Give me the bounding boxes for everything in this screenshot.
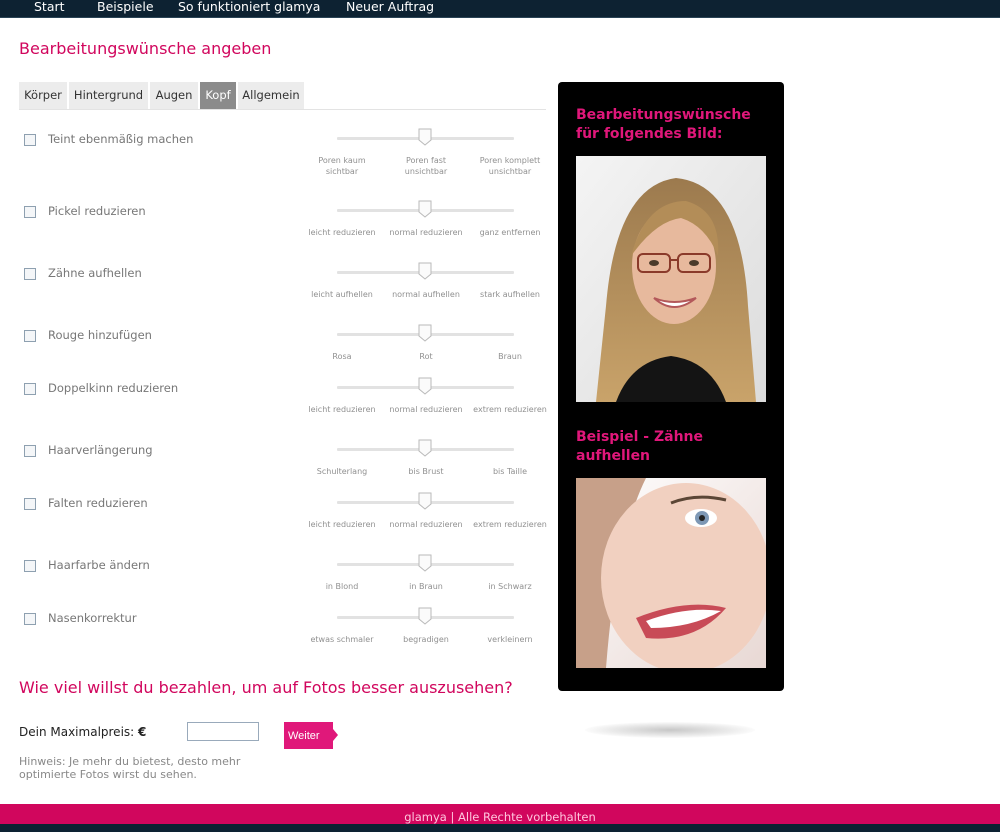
slider-handle[interactable]	[418, 262, 432, 280]
slider-option-label: in Schwarz	[488, 582, 532, 591]
option-checkbox[interactable]	[24, 206, 36, 218]
option-label: Teint ebenmäßig machen	[48, 132, 194, 146]
slider-option-label: ganz entfernen	[479, 228, 541, 237]
slider-option-label: stark aufhellen	[480, 290, 540, 299]
footer-text: glamya | Alle Rechte vorbehalten	[404, 810, 596, 824]
sidebar-shadow	[585, 722, 755, 738]
tab-divider	[19, 109, 546, 110]
slider-option-label: Poren komplett unsichtbar	[479, 156, 541, 176]
option-label: Zähne aufhellen	[48, 266, 142, 280]
option-checkbox[interactable]	[24, 383, 36, 395]
example-photo	[576, 478, 766, 668]
slider-handle[interactable]	[418, 200, 432, 218]
option-label: Haarfarbe ändern	[48, 558, 150, 572]
option-label: Nasenkorrektur	[48, 611, 137, 625]
max-price-label: Dein Maximalpreis: €	[19, 725, 146, 739]
tab-kopf[interactable]: Kopf	[200, 82, 236, 109]
slider-option-label: Braun	[498, 352, 522, 361]
slider-option-label: Poren fast unsichtbar	[404, 156, 448, 176]
slider-handle[interactable]	[418, 439, 432, 457]
nav-beispiele-link[interactable]: Beispiele	[97, 0, 154, 14]
footer-bottom-bar	[0, 824, 1000, 832]
tab-augen[interactable]: Augen	[150, 82, 198, 109]
slider-option-label: normal reduzieren	[389, 520, 463, 529]
slider-option-label: in Braun	[409, 582, 443, 591]
customer-photo	[576, 156, 766, 402]
option-checkbox[interactable]	[24, 498, 36, 510]
currency-symbol: €	[138, 725, 147, 739]
option-label: Haarverlängerung	[48, 443, 153, 457]
slider-option-label: bis Brust	[408, 467, 444, 476]
slider-handle[interactable]	[418, 607, 432, 625]
top-navigation: Start Beispiele So funktioniert glamya N…	[0, 0, 1000, 18]
slider-option-label: leicht reduzieren	[308, 405, 376, 414]
slider-handle[interactable]	[418, 324, 432, 342]
option-checkbox[interactable]	[24, 613, 36, 625]
sidebar-heading-image: Bearbeitungswünsche für folgendes Bild:	[576, 107, 751, 142]
slider-option-label: normal reduzieren	[389, 405, 463, 414]
price-question: Wie viel willst du bezahlen, um auf Foto…	[19, 678, 513, 697]
slider-handle[interactable]	[418, 128, 432, 146]
slider-option-label: Schulterlang	[316, 467, 368, 476]
slider-option-label: in Blond	[325, 582, 359, 591]
slider-option-label: leicht reduzieren	[308, 520, 376, 529]
slider-option-label: leicht reduzieren	[308, 228, 376, 237]
slider-option-label: bis Taille	[492, 467, 528, 476]
weiter-button-arrow	[333, 729, 338, 741]
option-label: Falten reduzieren	[48, 496, 148, 510]
max-price-label-text: Dein Maximalpreis:	[19, 725, 139, 739]
slider-option-label: verkleinern	[487, 635, 533, 644]
slider-option-label: normal reduzieren	[389, 228, 463, 237]
page-title: Bearbeitungswünsche angeben	[19, 39, 272, 58]
footer: glamya | Alle Rechte vorbehalten	[0, 804, 1000, 824]
option-checkbox[interactable]	[24, 134, 36, 146]
tab-hintergrund[interactable]: Hintergrund	[69, 82, 148, 109]
slider-option-label: Rosa	[332, 352, 352, 361]
sidebar-heading-example: Beispiel - Zähne aufhellen	[576, 429, 703, 464]
slider-option-label: Poren kaum sichtbar	[318, 156, 366, 176]
slider-option-label: Rot	[419, 352, 433, 361]
price-hint: Hinweis: Je mehr du bietest, desto mehr …	[19, 755, 241, 781]
slider-option-label: etwas schmaler	[310, 635, 374, 644]
slider-option-label: begradigen	[403, 635, 449, 644]
slider-option-label: extrem reduzieren	[473, 405, 547, 414]
tab-koerper[interactable]: Körper	[19, 82, 67, 109]
nav-start-link[interactable]: Start	[34, 0, 65, 14]
customer-photo-image	[576, 156, 766, 402]
option-checkbox[interactable]	[24, 268, 36, 280]
nav-new-order-link[interactable]: Neuer Auftrag	[346, 0, 434, 14]
option-label: Pickel reduzieren	[48, 204, 146, 218]
nav-how-it-works-link[interactable]: So funktioniert glamya	[178, 0, 320, 14]
slider-option-label: extrem reduzieren	[473, 520, 547, 529]
slider-option-label: leicht aufhellen	[311, 290, 373, 299]
slider-handle[interactable]	[418, 492, 432, 510]
max-price-input[interactable]	[187, 722, 259, 741]
option-checkbox[interactable]	[24, 330, 36, 342]
option-checkbox[interactable]	[24, 445, 36, 457]
tab-allgemein[interactable]: Allgemein	[238, 82, 304, 109]
option-label: Rouge hinzufügen	[48, 328, 152, 342]
option-label: Doppelkinn reduzieren	[48, 381, 179, 395]
slider-handle[interactable]	[418, 377, 432, 395]
slider-handle[interactable]	[418, 554, 432, 572]
slider-option-label: normal aufhellen	[392, 290, 460, 299]
example-photo-image	[576, 478, 766, 668]
weiter-button[interactable]: Weiter	[284, 722, 333, 749]
preview-sidebar: Bearbeitungswünsche für folgendes Bild: …	[558, 82, 784, 691]
option-checkbox[interactable]	[24, 560, 36, 572]
